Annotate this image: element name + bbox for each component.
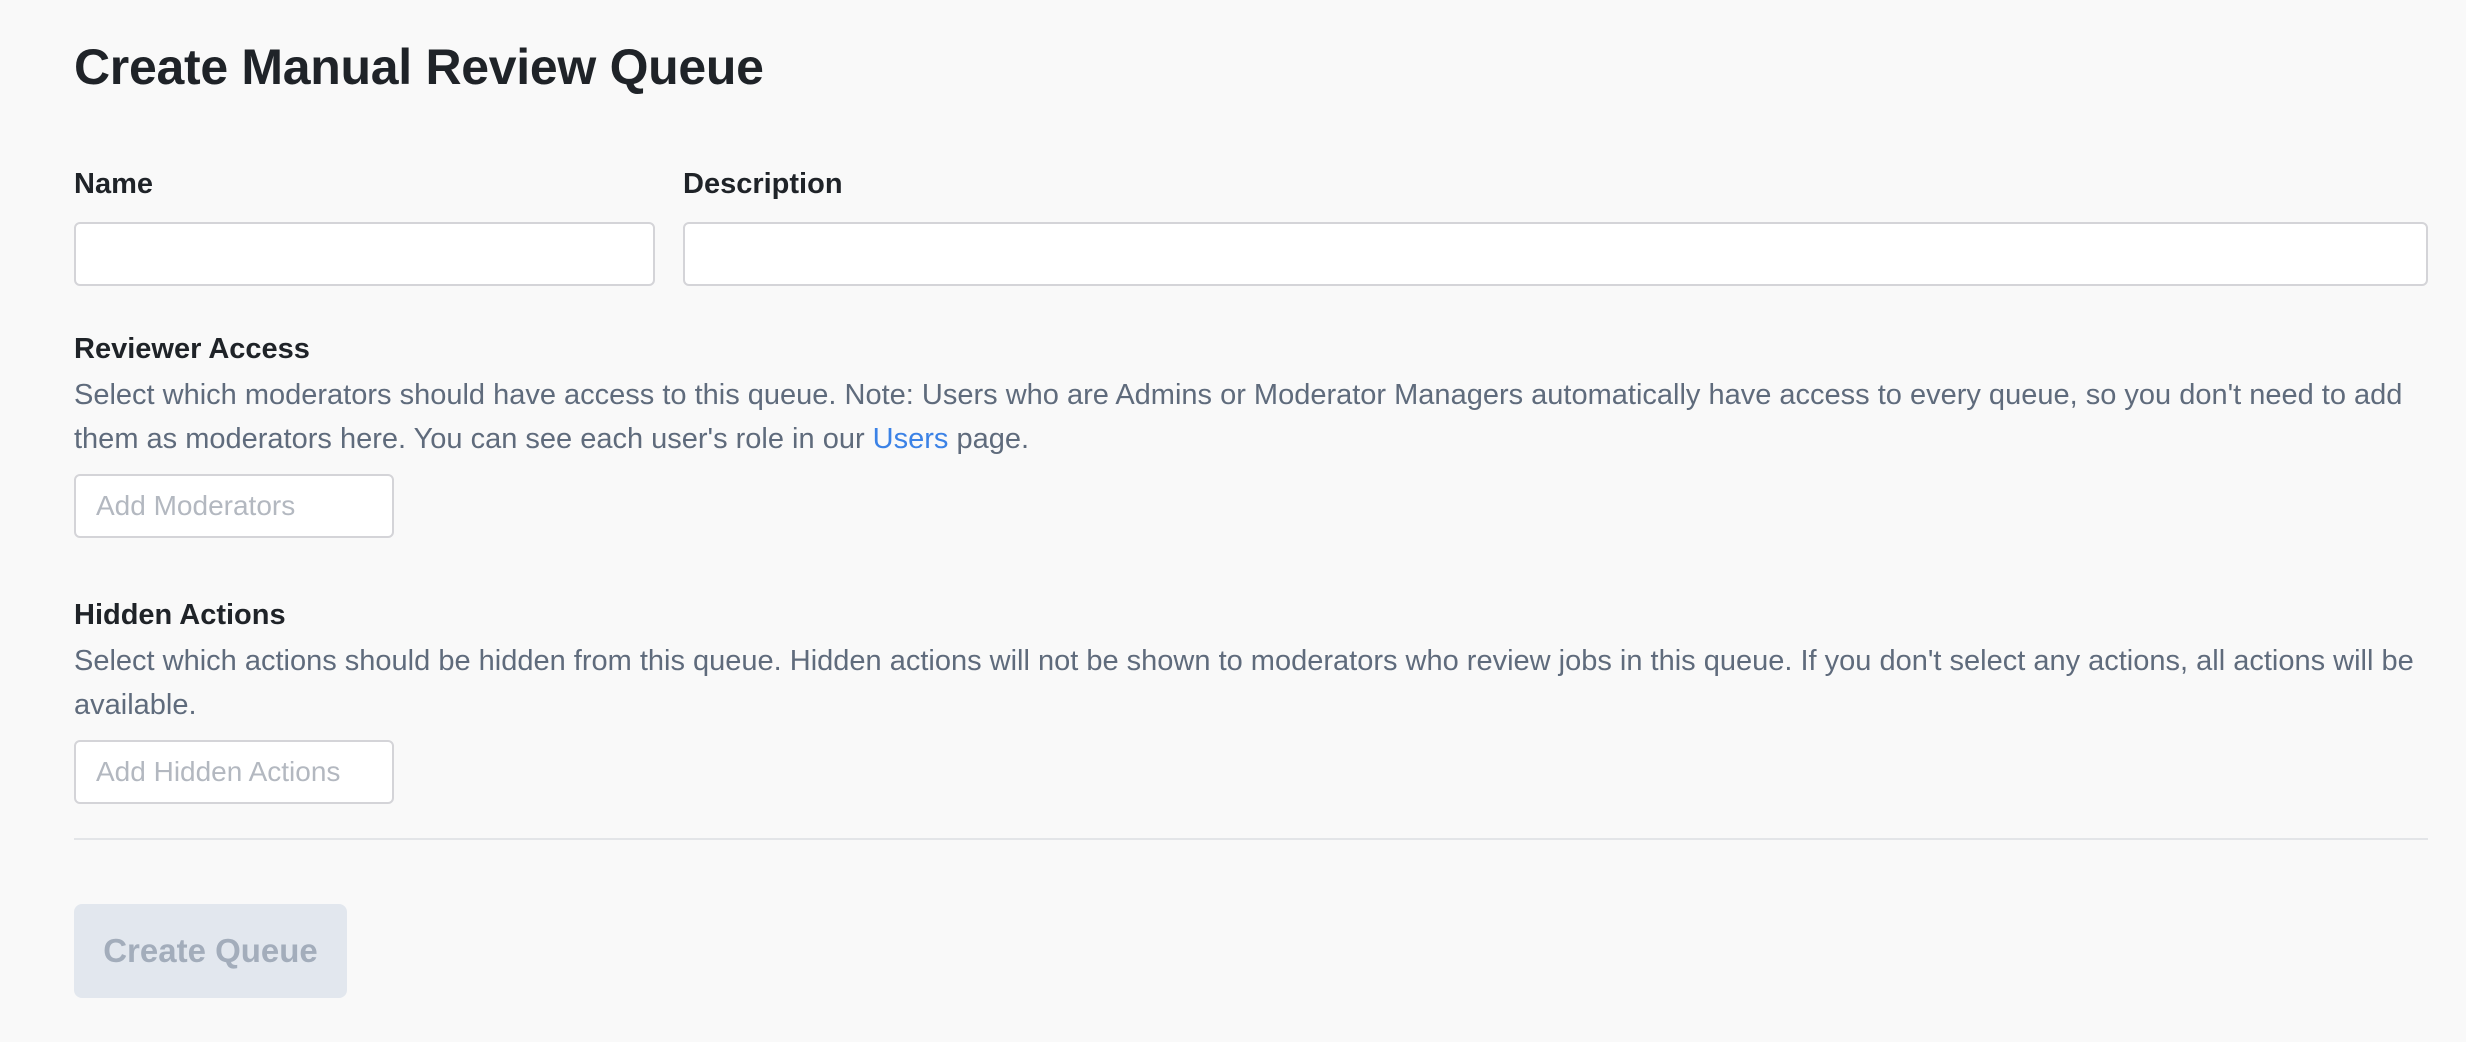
name-label: Name [74,168,153,200]
create-queue-button[interactable]: Create Queue [74,904,347,998]
name-input[interactable] [74,222,655,286]
reviewer-access-help-text: Select which moderators should have acce… [74,379,2403,455]
reviewer-access-help: Select which moderators should have acce… [74,373,2428,461]
add-moderators-input[interactable] [74,474,394,538]
description-label: Description [683,168,843,200]
reviewer-access-heading: Reviewer Access [74,333,310,365]
add-hidden-actions-input[interactable] [74,740,394,804]
hidden-actions-heading: Hidden Actions [74,599,286,631]
create-queue-page: Create Manual Review Queue Name Descript… [0,0,2466,1042]
form-divider [74,838,2428,840]
hidden-actions-help: Select which actions should be hidden fr… [74,645,2414,721]
users-page-link[interactable]: Users [873,423,949,455]
reviewer-access-help-suffix: page. [948,423,1030,455]
description-input[interactable] [683,222,2428,286]
page-title: Create Manual Review Queue [74,39,764,95]
